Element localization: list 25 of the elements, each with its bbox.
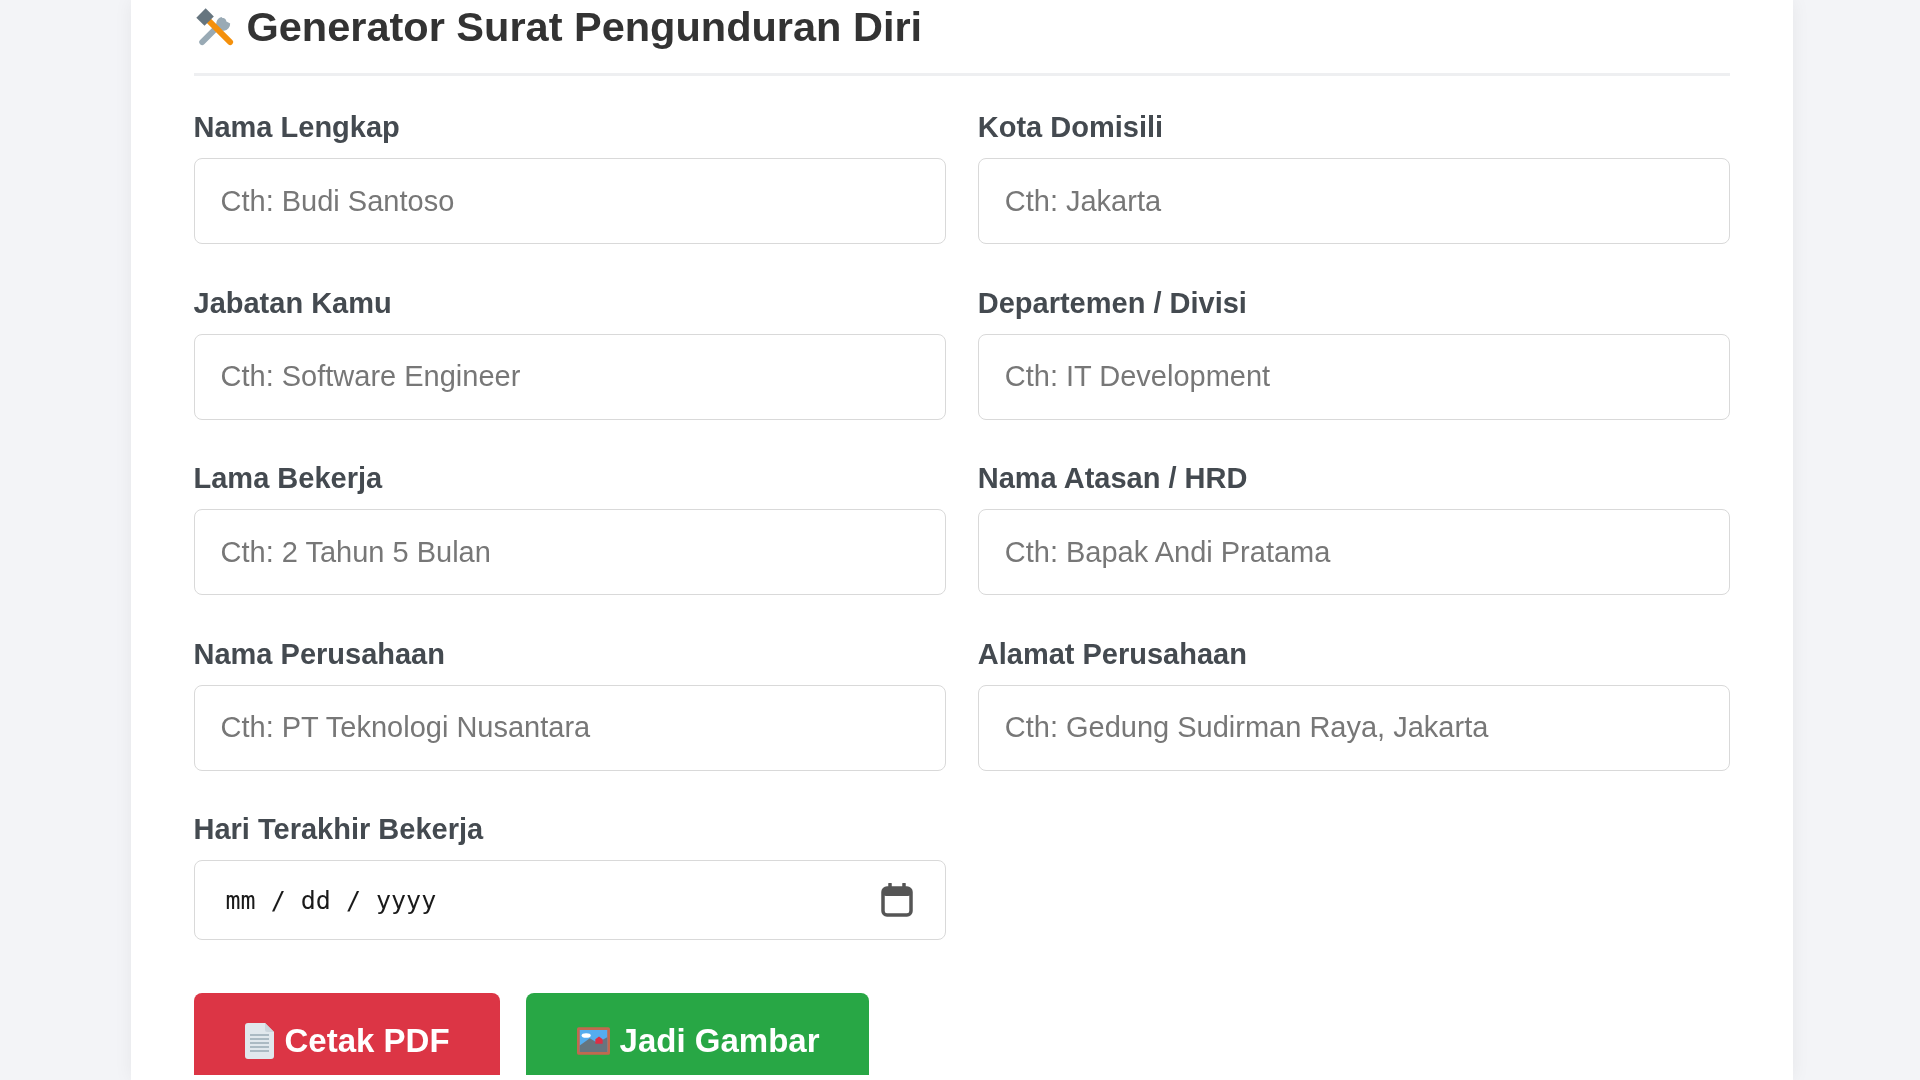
- page-title: Generator Surat Pengunduran Diri: [246, 2, 923, 52]
- text-field[interactable]: Cth: PT Teknologi Nusantara: [193, 684, 946, 771]
- field-label: Departemen / Divisi: [977, 285, 1247, 321]
- text-field[interactable]: Cth: Budi Santoso: [193, 158, 946, 244]
- field-label: Nama Lengkap: [193, 110, 400, 145]
- text-field[interactable]: Cth: Software Engineer: [193, 333, 946, 420]
- calendar-icon[interactable]: [880, 883, 913, 917]
- text-field[interactable]: Cth: Bapak Andi Pratama: [977, 509, 1730, 595]
- text-field[interactable]: Cth: Jakarta: [977, 158, 1730, 244]
- text-field[interactable]: Cth: IT Development: [977, 333, 1730, 420]
- framed-picture-icon: [576, 1027, 610, 1055]
- field-label: Jabatan Kamu: [193, 285, 392, 321]
- text-field[interactable]: Cth: Gedung Sudirman Raya, Jakarta: [977, 684, 1730, 771]
- save-image-button[interactable]: Jadi Gambar: [525, 993, 870, 1075]
- text-field[interactable]: Cth: 2 Tahun 5 Bulan: [193, 509, 946, 595]
- field-label: Hari Terakhir Bekerja: [193, 812, 484, 847]
- field-label: Nama Atasan / HRD: [977, 461, 1248, 496]
- hammer-and-wrench-icon: [193, 6, 236, 48]
- field-label: Alamat Perusahaan: [977, 636, 1247, 672]
- document-icon: [244, 1023, 275, 1059]
- date-field[interactable]: mm / dd / yyyy: [193, 860, 946, 940]
- field-label: Nama Perusahaan: [193, 636, 445, 672]
- field-label: Kota Domisili: [977, 110, 1164, 145]
- field-label: Lama Bekerja: [193, 461, 383, 496]
- print-pdf-button[interactable]: Cetak PDF: [193, 993, 500, 1075]
